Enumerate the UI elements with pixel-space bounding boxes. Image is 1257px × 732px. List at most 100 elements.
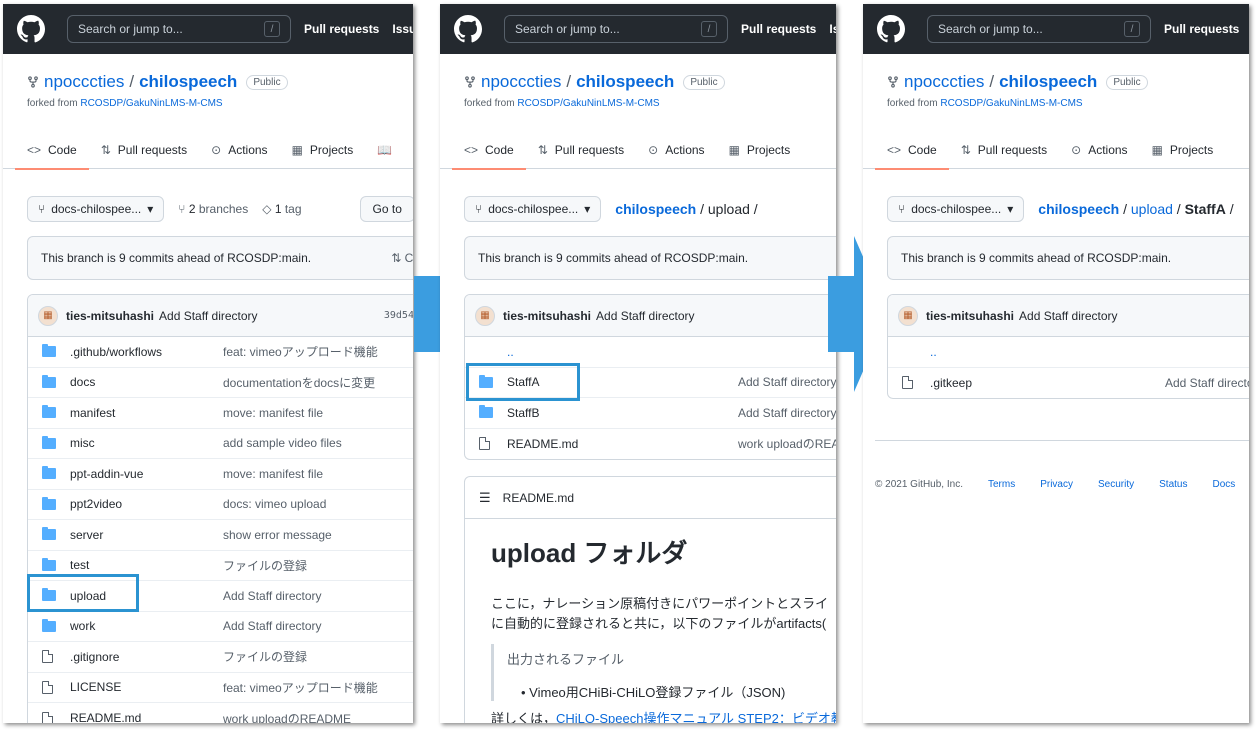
repo-owner-link[interactable]: npocccties: [904, 72, 984, 92]
nav-issues[interactable]: Issues: [829, 22, 836, 36]
repo-name-link[interactable]: chilospeech: [139, 72, 237, 92]
file-commit-message[interactable]: Add Staff directory: [738, 375, 836, 389]
file-row[interactable]: StaffB Add Staff directory: [465, 398, 836, 429]
github-logo-icon[interactable]: [454, 15, 482, 43]
file-name[interactable]: .gitkeep: [930, 376, 1165, 390]
file-row[interactable]: manifest move: manifest file: [28, 398, 413, 429]
tab-wiki[interactable]: 📖: [365, 131, 411, 169]
repo-owner-link[interactable]: npocccties: [481, 72, 561, 92]
tab-actions[interactable]: ⊙ Actions: [199, 131, 279, 169]
file-commit-message[interactable]: ファイルの登録: [223, 557, 307, 574]
tab-pull-requests[interactable]: ⇅ Pull requests: [949, 131, 1059, 169]
file-commit-message[interactable]: move: manifest file: [223, 406, 323, 420]
manual-link[interactable]: CHiLO-Speech操作マニュアル STEP2：ビデオ教: [556, 711, 836, 723]
tab-code[interactable]: <> Code: [452, 131, 526, 170]
file-name[interactable]: work: [70, 619, 223, 633]
file-commit-message[interactable]: feat: vimeoアップロード機能: [223, 343, 378, 360]
tab-projects[interactable]: ▦ Projects: [1140, 131, 1226, 169]
parent-directory-link[interactable]: ..: [930, 345, 1083, 359]
tab-actions[interactable]: ⊙ Actions: [636, 131, 716, 169]
forked-source-link[interactable]: RCOSDP/GakuNinLMS-M-CMS: [517, 98, 659, 109]
footer-link-security[interactable]: Security: [1098, 479, 1134, 490]
file-commit-message[interactable]: Add Staff directory: [223, 589, 322, 603]
footer-link-terms[interactable]: Terms: [988, 479, 1015, 490]
file-row[interactable]: work Add Staff directory: [28, 612, 413, 642]
branch-select-button[interactable]: ⑂ docs-chilospee... ▾: [887, 196, 1025, 222]
avatar[interactable]: ▦: [475, 305, 495, 326]
search-input[interactable]: Search or jump to... /: [927, 15, 1151, 43]
file-row[interactable]: server show error message: [28, 520, 413, 551]
file-commit-message[interactable]: show error message: [223, 528, 332, 542]
file-row[interactable]: .github/workflows feat: vimeoアップロード機能: [28, 337, 413, 368]
file-row[interactable]: ppt2video docs: vimeo upload: [28, 490, 413, 520]
avatar[interactable]: ▦: [898, 305, 918, 326]
breadcrumb-repo-link[interactable]: chilospeech: [615, 201, 696, 217]
repo-owner-link[interactable]: npocccties: [44, 72, 124, 92]
file-commit-message[interactable]: Add Staff directory: [738, 406, 836, 420]
repo-name-link[interactable]: chilospeech: [576, 72, 674, 92]
file-name[interactable]: .github/workflows: [70, 345, 223, 359]
parent-directory-link[interactable]: ..: [507, 345, 660, 359]
file-name[interactable]: docs: [70, 375, 223, 389]
file-name[interactable]: server: [70, 528, 223, 542]
commit-sha[interactable]: 39d548: [384, 310, 413, 321]
file-commit-message[interactable]: work uploadのREADME: [223, 710, 351, 723]
file-name[interactable]: README.md: [70, 711, 223, 723]
tab-projects[interactable]: ▦ Projects: [280, 131, 366, 169]
file-row[interactable]: docs documentationをdocsに変更: [28, 368, 413, 398]
file-name[interactable]: misc: [70, 436, 223, 450]
tags-link[interactable]: ◇ 1 tag: [262, 202, 301, 216]
file-row[interactable]: .gitkeep Add Staff directo: [888, 368, 1249, 399]
search-input[interactable]: Search or jump to... /: [504, 15, 728, 43]
nav-issues[interactable]: Issues: [392, 22, 413, 36]
search-input[interactable]: Search or jump to... /: [67, 15, 291, 43]
file-name[interactable]: ppt-addin-vue: [70, 467, 223, 481]
commit-author[interactable]: ties-mitsuhashi: [926, 309, 1014, 323]
file-row[interactable]: ppt-addin-vue move: manifest file: [28, 459, 413, 490]
branches-link[interactable]: ⑂ 2 branches: [178, 202, 248, 216]
contribute-button[interactable]: ⇅ Co: [391, 251, 413, 265]
repo-name-link[interactable]: chilospeech: [999, 72, 1097, 92]
file-name[interactable]: StaffB: [507, 406, 738, 420]
file-commit-message[interactable]: work uploadのREAD: [738, 435, 836, 452]
footer-link-privacy[interactable]: Privacy: [1040, 479, 1073, 490]
file-commit-message[interactable]: move: manifest file: [223, 467, 323, 481]
branch-select-button[interactable]: ⑂ docs-chilospee... ▾: [27, 196, 165, 222]
tab-projects[interactable]: ▦ Projects: [717, 131, 803, 169]
github-logo-icon[interactable]: [17, 15, 45, 43]
footer-link-status[interactable]: Status: [1159, 479, 1187, 490]
github-logo-icon[interactable]: [877, 15, 905, 43]
file-row[interactable]: misc add sample video files: [28, 429, 413, 459]
file-commit-message[interactable]: ファイルの登録: [223, 648, 307, 665]
file-commit-message[interactable]: docs: vimeo upload: [223, 497, 326, 511]
file-commit-message[interactable]: Add Staff directory: [223, 619, 322, 633]
file-commit-message[interactable]: feat: vimeoアップロード機能: [223, 679, 378, 696]
file-commit-message[interactable]: add sample video files: [223, 436, 342, 450]
commit-message[interactable]: Add Staff directory: [159, 309, 258, 323]
file-row[interactable]: .gitignore ファイルの登録: [28, 642, 413, 673]
forked-source-link[interactable]: RCOSDP/GakuNinLMS-M-CMS: [940, 98, 1082, 109]
file-row[interactable]: README.mdwork uploadのREAD: [465, 429, 836, 460]
file-name[interactable]: .gitignore: [70, 650, 223, 664]
file-name[interactable]: LICENSE: [70, 680, 223, 694]
tab-code[interactable]: <> Code: [875, 131, 949, 170]
commit-author[interactable]: ties-mitsuhashi: [66, 309, 154, 323]
tab-pull-requests[interactable]: ⇅ Pull requests: [89, 131, 199, 169]
nav-pull-requests[interactable]: Pull requests: [1164, 22, 1239, 36]
avatar[interactable]: ▦: [38, 305, 58, 326]
file-row[interactable]: LICENSE feat: vimeoアップロード機能: [28, 673, 413, 703]
commit-message[interactable]: Add Staff directory: [1019, 309, 1118, 323]
footer-link-docs[interactable]: Docs: [1212, 479, 1235, 490]
parent-directory-row[interactable]: ..: [888, 337, 1249, 368]
nav-pull-requests[interactable]: Pull requests: [741, 22, 816, 36]
breadcrumb-repo-link[interactable]: chilospeech: [1038, 201, 1119, 217]
commit-message[interactable]: Add Staff directory: [596, 309, 695, 323]
file-commit-message[interactable]: Add Staff directo: [1165, 376, 1249, 390]
list-icon[interactable]: ☰: [479, 490, 491, 506]
go-to-file-button[interactable]: Go to: [359, 196, 413, 222]
tab-code[interactable]: <> Code: [15, 131, 89, 170]
tab-pull-requests[interactable]: ⇅ Pull requests: [526, 131, 636, 169]
file-commit-message[interactable]: documentationをdocsに変更: [223, 374, 375, 391]
file-name[interactable]: test: [70, 558, 223, 572]
breadcrumb-upload-link[interactable]: upload: [1131, 201, 1173, 217]
